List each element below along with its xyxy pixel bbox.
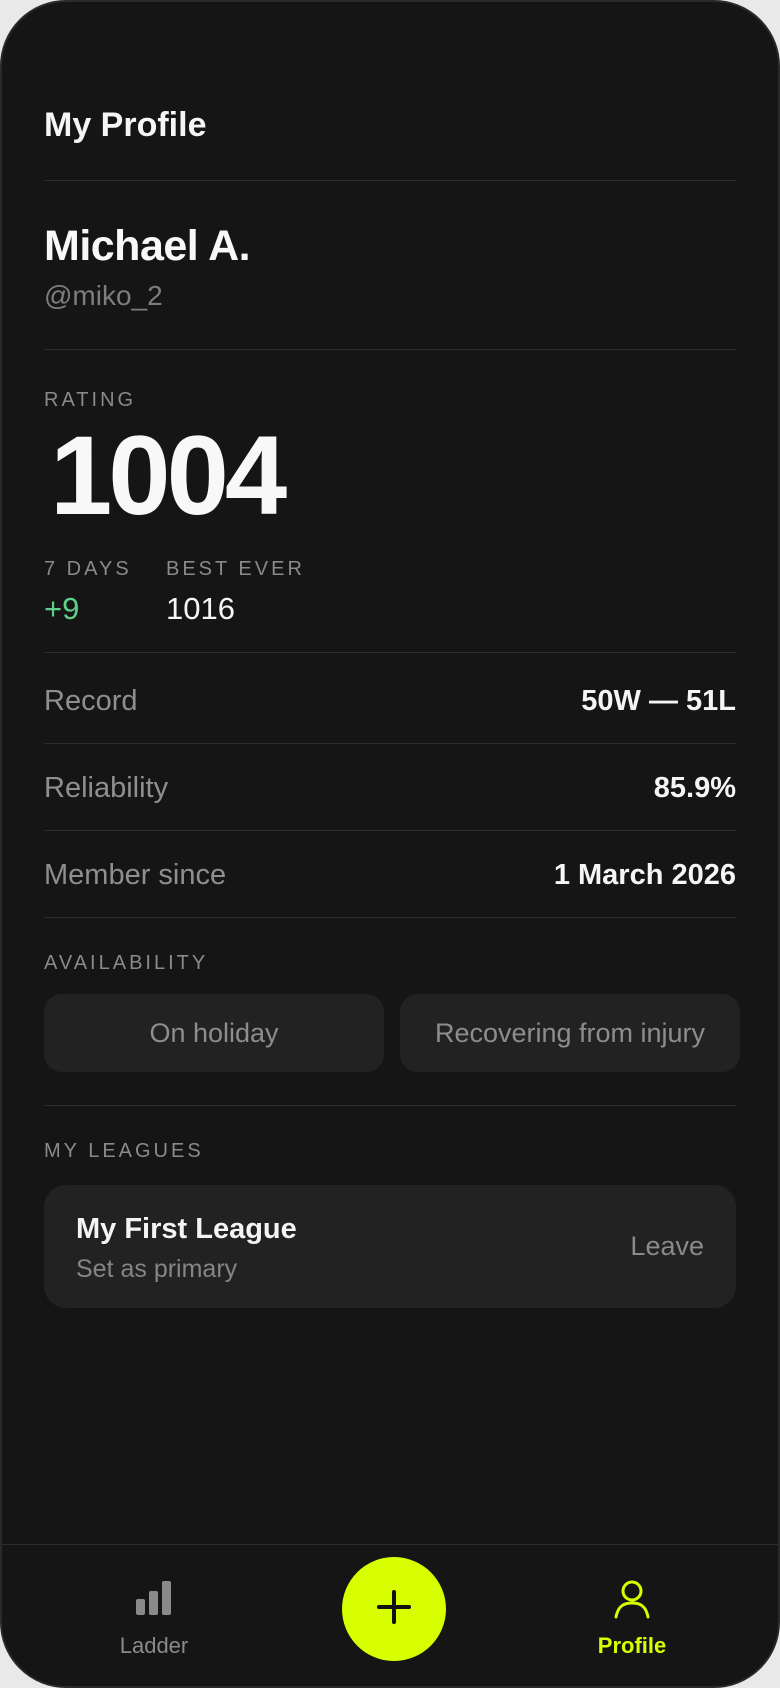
best-ever-value: 1016 [166,591,235,626]
seven-days-stat: 7 DAYS +9 [44,558,132,627]
seven-days-label: 7 DAYS [44,558,132,580]
member-since-value: 1 March 2026 [553,859,736,891]
rating-value: 1004 [50,413,287,538]
tab-profile-label: Profile [597,1633,667,1658]
rating-label: RATING [44,389,137,411]
on-holiday-button[interactable]: On holiday [44,994,384,1072]
best-ever-stat: BEST EVER 1016 [166,558,305,627]
divider [44,180,736,181]
record-row: Record 50W — 51L [44,685,736,725]
page-title: My Profile [44,106,207,144]
record-label: Record [44,685,138,717]
add-button[interactable] [342,1557,446,1661]
divider [44,743,736,744]
league-card[interactable]: My First League Set as primary Leave [44,1185,736,1308]
profile-handle: @miko_2 [44,280,163,311]
member-since-row: Member since 1 March 2026 [44,859,736,899]
user-icon [610,1577,654,1621]
divider [44,830,736,831]
tab-ladder[interactable]: Ladder [74,1545,234,1685]
my-leagues-label: MY LEAGUES [44,1140,204,1162]
league-name: My First League [76,1213,297,1245]
best-ever-label: BEST EVER [166,558,305,580]
divider [44,349,736,350]
reliability-row: Reliability 85.9% [44,772,736,812]
app-screen: My Profile Michael A. @miko_2 RATING 100… [0,0,780,1688]
recovering-from-injury-button[interactable]: Recovering from injury [400,994,740,1072]
reliability-value: 85.9% [653,772,736,804]
divider [44,917,736,918]
seven-days-value: +9 [44,591,80,626]
leave-league-button[interactable]: Leave [630,1231,704,1262]
divider [44,652,736,653]
set-primary-link[interactable]: Set as primary [76,1255,237,1284]
plus-icon [374,1587,414,1632]
bar-chart-icon [132,1577,176,1621]
profile-name: Michael A. [44,222,251,270]
tab-profile[interactable]: Profile [552,1545,712,1685]
tab-ladder-label: Ladder [119,1633,189,1658]
divider [44,1105,736,1106]
reliability-label: Reliability [44,772,169,804]
availability-label: AVAILABILITY [44,952,209,974]
record-value: 50W — 51L [581,685,736,717]
member-since-label: Member since [44,859,227,891]
